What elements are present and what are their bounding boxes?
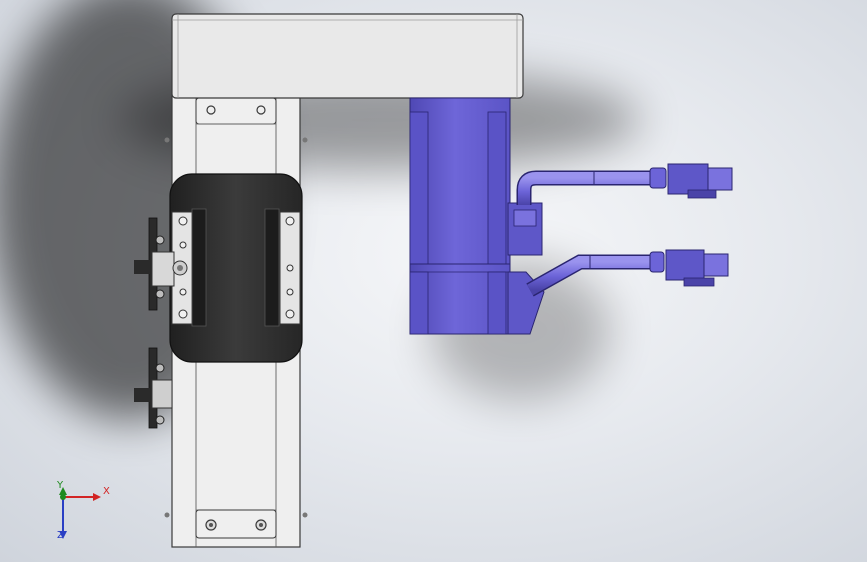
top-frame-plate[interactable] <box>171 13 524 99</box>
y-axis-label: Y <box>57 480 64 491</box>
slider-carriage[interactable] <box>169 173 303 363</box>
z-axis-label: Z <box>57 530 64 541</box>
coordinate-triad: X Y Z <box>45 481 115 550</box>
encoder-cable[interactable] <box>516 163 733 205</box>
cad-viewport[interactable]: X Y Z <box>0 0 867 562</box>
model-canvas[interactable] <box>0 0 867 562</box>
x-axis-label: X <box>103 486 110 497</box>
